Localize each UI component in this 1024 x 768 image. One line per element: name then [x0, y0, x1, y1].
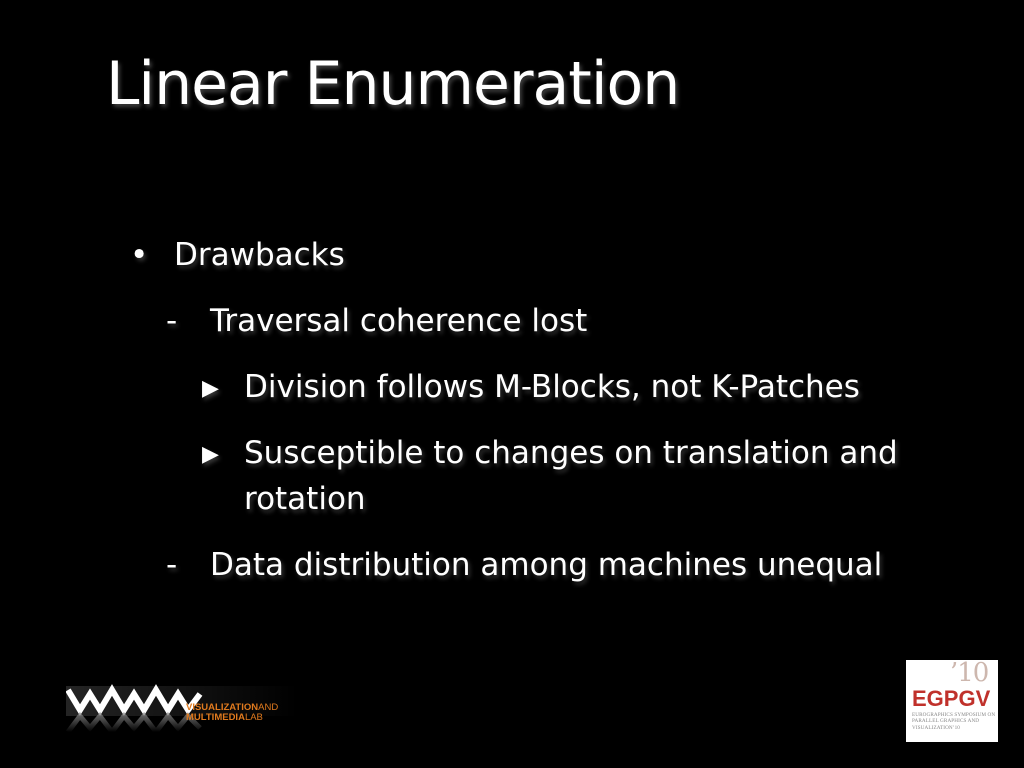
- bullet-division-follows: ▶ Division follows M-Blocks, not K-Patch…: [202, 364, 860, 410]
- dash-marker: -: [166, 547, 178, 583]
- bullet-text: Susceptible to changes on translation an…: [244, 435, 898, 471]
- slide-title: Linear Enumeration: [106, 49, 680, 119]
- egpgv-subtitle: Eurographics Symposium on Parallel Graph…: [912, 712, 996, 731]
- bullet-text: Traversal coherence lost: [210, 303, 588, 339]
- egpgv-name: EGPGV: [912, 686, 991, 711]
- bullet-susceptible: ▶ Susceptible to changes on translation …: [202, 430, 898, 522]
- bullet-text-continued: rotation: [244, 481, 366, 517]
- egpgv-year: ’10: [950, 658, 989, 688]
- bullet-text: Data distribution among machines unequal: [210, 547, 883, 583]
- vml-logo-text: VISUALIZATIONAND MULTIMEDIALAB: [186, 703, 278, 723]
- vml-line2-bold: MULTIMEDIA: [186, 712, 245, 723]
- dash-marker: -: [166, 303, 178, 339]
- bullet-text: Division follows M-Blocks, not K-Patches: [244, 369, 860, 405]
- bullet-data-distribution: - Data distribution among machines unequ…: [166, 542, 883, 588]
- bullet-traversal-coherence: - Traversal coherence lost: [166, 298, 588, 344]
- triangle-right-icon: ▶: [202, 442, 219, 467]
- egpgv-logo: ’10 EGPGV Eurographics Symposium on Para…: [906, 658, 998, 742]
- slide: Linear Enumeration • Drawbacks - Travers…: [0, 0, 1024, 768]
- bullet-drawbacks: • Drawbacks: [130, 232, 345, 278]
- triangle-right-icon: ▶: [202, 376, 219, 401]
- vml-line2-thin: LAB: [244, 712, 263, 723]
- bullet-marker: •: [130, 237, 149, 273]
- bullet-text: Drawbacks: [174, 237, 345, 273]
